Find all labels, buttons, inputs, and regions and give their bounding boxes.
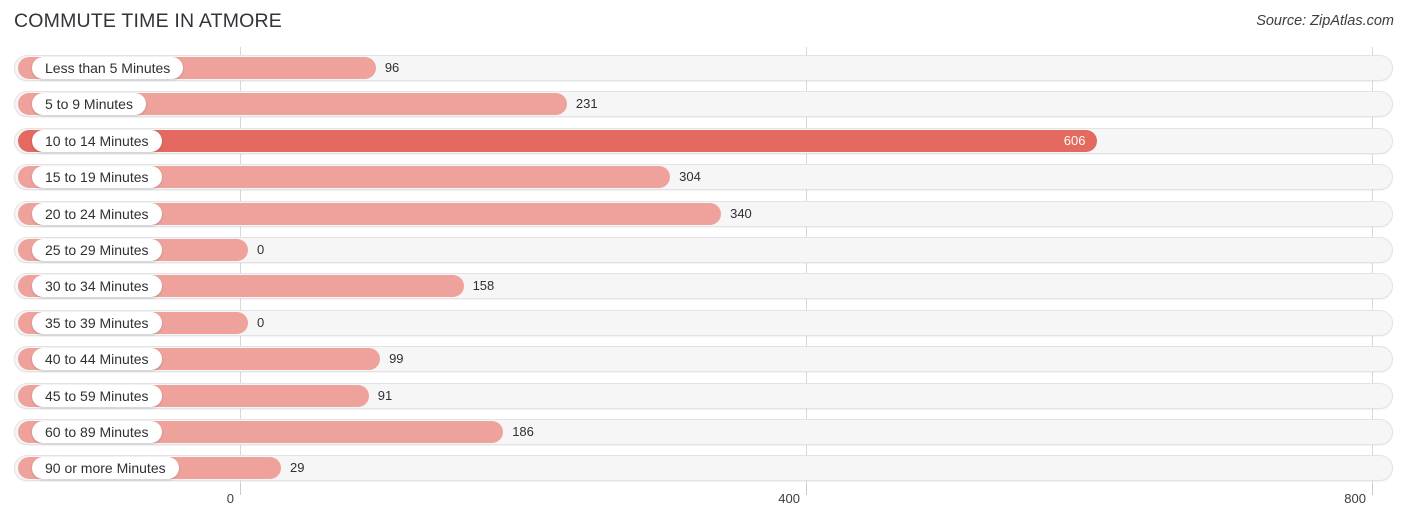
axis-tick-label: 0: [226, 491, 234, 506]
chart-page: COMMUTE TIME IN ATMORE Source: ZipAtlas.…: [0, 0, 1406, 523]
category-label-pill[interactable]: 60 to 89 Minutes: [32, 421, 162, 443]
category-label-pill[interactable]: 45 to 59 Minutes: [32, 384, 162, 407]
category-label-pill[interactable]: 10 to 14 Minutes: [32, 129, 162, 152]
bar-value-label: 91: [377, 387, 393, 403]
category-label: 40 to 44 Minutes: [45, 351, 149, 368]
chart-row[interactable]: 96 Less than 5 Minutes: [14, 55, 1393, 81]
category-label: 35 to 39 Minutes: [45, 314, 149, 331]
bar-value-label: 186: [512, 424, 534, 439]
bar-value-label: 99: [389, 351, 404, 367]
category-label-pill[interactable]: 90 or more Minutes: [32, 457, 179, 480]
chart-row[interactable]: 91 45 to 59 Minutes: [14, 382, 1393, 409]
chart-row[interactable]: 606 10 to 14 Minutes: [14, 127, 1393, 154]
category-label: 25 to 29 Minutes: [45, 242, 149, 258]
category-label: 5 to 9 Minutes: [45, 96, 133, 113]
bar-value-label: 304: [679, 169, 701, 185]
source-attribution: Source: ZipAtlas.com: [1256, 13, 1394, 29]
category-label-pill[interactable]: 35 to 39 Minutes: [32, 311, 162, 334]
plot-area: 96 Less than 5 Minutes 231 5 to 9 Minutes 60…: [0, 47, 1406, 484]
bar-value-label: 0: [257, 314, 265, 330]
category-label-pill[interactable]: 15 to 19 Minutes: [32, 166, 162, 189]
chart-row[interactable]: 0 35 to 39 Minutes: [14, 309, 1393, 336]
bar-value-label: 29: [290, 460, 305, 476]
chart-row[interactable]: 29 90 or more Minutes: [14, 455, 1393, 482]
category-label: 15 to 19 Minutes: [45, 169, 149, 186]
category-label-pill[interactable]: 5 to 9 Minutes: [32, 93, 146, 116]
bar-value-label: 231: [575, 96, 598, 112]
axis-tick-mark: [806, 484, 807, 495]
bar-value-label: 606: [1063, 132, 1086, 148]
chart-row[interactable]: 99 40 to 44 Minutes: [14, 346, 1393, 373]
category-label: 20 to 24 Minutes: [45, 205, 149, 222]
chart-row[interactable]: 0 25 to 29 Minutes: [14, 237, 1393, 263]
bar-value-label: 0: [257, 242, 265, 257]
chart-row[interactable]: 186 60 to 89 Minutes: [14, 419, 1393, 445]
chart-row[interactable]: 340 20 to 24 Minutes: [14, 200, 1393, 227]
category-label: 90 or more Minutes: [45, 460, 166, 477]
category-label: 60 to 89 Minutes: [45, 424, 149, 440]
bar-value-label: 96: [384, 60, 400, 75]
category-label-pill[interactable]: 30 to 34 Minutes: [32, 275, 162, 298]
category-label: 45 to 59 Minutes: [45, 387, 149, 404]
bar-value-label: 158: [472, 278, 495, 294]
axis-tick-label: 400: [778, 491, 800, 506]
category-label: 30 to 34 Minutes: [45, 278, 149, 295]
axis-tick-label: 800: [1344, 491, 1366, 506]
axis-tick-mark: [1372, 484, 1373, 495]
category-label: 10 to 14 Minutes: [45, 132, 149, 149]
page-title: COMMUTE TIME IN ATMORE: [14, 10, 283, 32]
category-label-pill[interactable]: 20 to 24 Minutes: [32, 202, 162, 225]
category-label-pill[interactable]: 40 to 44 Minutes: [32, 348, 162, 371]
axis-tick-mark: [240, 484, 241, 495]
chart-row[interactable]: 231 5 to 9 Minutes: [14, 91, 1393, 118]
value-bar[interactable]: 606: [18, 129, 1098, 152]
category-label-pill[interactable]: Less than 5 Minutes: [32, 57, 184, 79]
bar-value-label: 340: [730, 205, 752, 221]
x-axis: 0 400 800: [0, 484, 1406, 523]
category-label: Less than 5 Minutes: [45, 60, 171, 76]
category-label-pill[interactable]: 25 to 29 Minutes: [32, 239, 162, 261]
chart-row[interactable]: 304 15 to 19 Minutes: [14, 164, 1393, 191]
chart-row[interactable]: 158 30 to 34 Minutes: [14, 273, 1393, 300]
